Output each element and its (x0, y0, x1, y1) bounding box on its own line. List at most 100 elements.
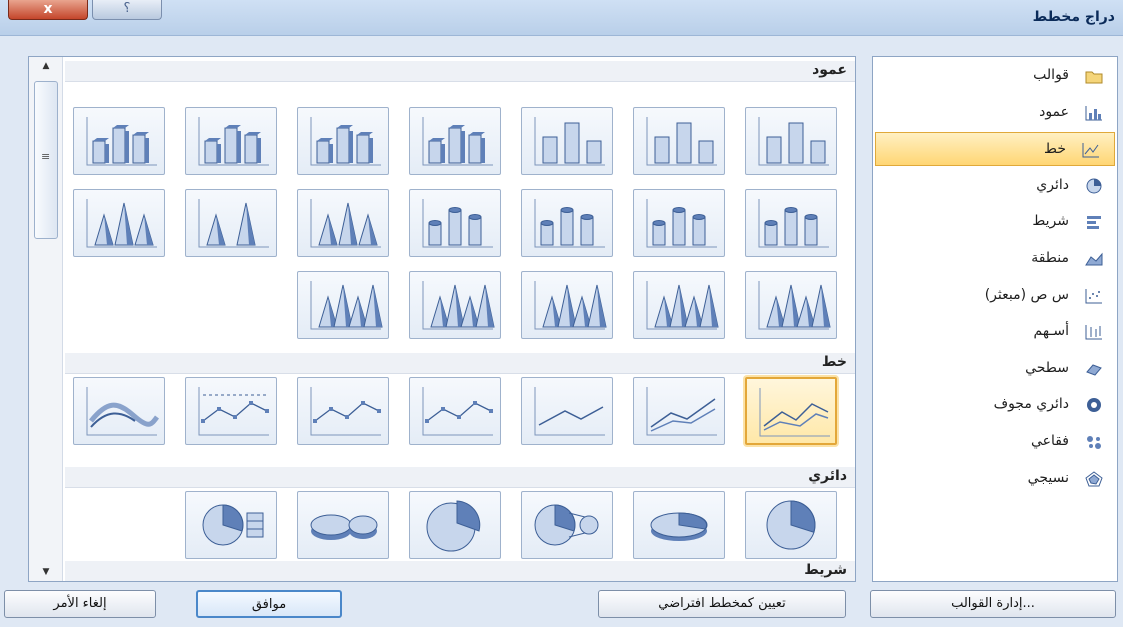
chart-thumb-stacked-pyramid[interactable] (521, 271, 613, 339)
radar-chart-icon (1085, 470, 1103, 487)
chart-thumb-3d-100-column[interactable] (185, 107, 277, 175)
3d-pie-icon (650, 512, 708, 541)
category-item-line-chart[interactable]: خط (875, 132, 1115, 167)
gallery-scrollbar[interactable]: ▲ ≡ ▼ (29, 57, 63, 581)
category-label: منطقة (1031, 250, 1069, 266)
category-label: شريط (1032, 213, 1069, 230)
clustered-column-icon (758, 117, 829, 166)
3d-line-icon (86, 387, 160, 436)
chart-thumb-stacked-cone[interactable] (185, 189, 277, 257)
category-item-column-chart[interactable]: عمود (873, 96, 1117, 130)
scroll-down-arrow-icon[interactable]: ▼ (29, 563, 63, 581)
chart-thumb-3d-column[interactable] (73, 107, 165, 175)
chart-category-list: قوالب عمود خط دائري شريط منطقة س ص (مبعثر) أسـه… (872, 56, 1118, 582)
section-header-pie: دائري (65, 467, 855, 488)
category-label: أسـهم (1033, 323, 1070, 340)
chart-thumb-100-cylinder[interactable] (521, 189, 613, 257)
3d-cone-icon (758, 281, 831, 330)
chart-thumb-line-with-markers[interactable] (409, 377, 501, 445)
pie-chart-icon (1085, 178, 1103, 194)
chart-thumb-3d-cone[interactable] (745, 271, 837, 339)
chart-thumb-stacked-line-with-markers[interactable] (297, 377, 389, 445)
scroll-thumb[interactable]: ≡ (34, 81, 58, 239)
line-icon (759, 388, 830, 437)
100-stacked-column-icon (534, 117, 605, 166)
section-label-line: خط (821, 354, 847, 370)
100-stacked-line-icon (534, 387, 605, 436)
stacked-cone-icon (198, 199, 269, 248)
help-button[interactable]: ؟ (92, 0, 162, 20)
pie-icon (766, 500, 816, 550)
chart-thumb-stacked-column[interactable] (633, 107, 725, 175)
chart-thumb-3d-exploded-pie[interactable] (297, 491, 389, 559)
clustered-cylinder-icon (758, 199, 829, 248)
category-label: س ص (مبعثر) (984, 286, 1069, 303)
section-header-column: عمود (65, 61, 855, 82)
chart-thumb-100-line-with-markers[interactable] (185, 377, 277, 445)
insert-chart-dialog: ▲ ≡ ▼ عمود خط دائري شريط قوالب عمود خط دائر… (0, 36, 1123, 627)
category-item-pie-chart[interactable]: دائري (873, 169, 1117, 203)
chart-thumb-3d-pie[interactable] (633, 491, 725, 559)
category-item-radar-chart[interactable]: نسيجي (873, 462, 1117, 496)
chart-thumb-clustered-cone[interactable] (297, 189, 389, 257)
category-label: سطحي (1025, 359, 1069, 376)
100-cone-icon (86, 199, 157, 248)
chart-thumb-bar-of-pie[interactable] (185, 491, 277, 559)
ok-button[interactable]: موافق (196, 590, 342, 618)
chart-thumb-100-cone[interactable] (73, 189, 165, 257)
chart-thumb-pie-of-pie[interactable] (521, 491, 613, 559)
category-item-bubble-chart[interactable]: فقاعي (873, 425, 1117, 459)
category-item-folder[interactable]: قوالب (873, 59, 1117, 93)
chart-thumb-clustered-column[interactable] (745, 107, 837, 175)
chart-thumb-clustered-pyramid[interactable] (633, 271, 725, 339)
category-item-area-chart[interactable]: منطقة (873, 242, 1117, 276)
stock-chart-icon (1085, 324, 1103, 340)
cancel-button[interactable]: إلغاء الأمر (4, 590, 156, 618)
3d-exploded-pie-icon (310, 514, 378, 540)
category-label: خط (1044, 141, 1066, 158)
chart-thumb-3d-stacked-column[interactable] (297, 107, 389, 175)
manage-templates-button[interactable]: إدارة القوالب... (870, 590, 1116, 618)
chart-gallery: ▲ ≡ ▼ عمود خط دائري شريط (28, 56, 856, 582)
chart-thumb-line[interactable] (745, 377, 837, 445)
category-item-surface-chart[interactable]: سطحي (873, 352, 1117, 386)
3d-column-icon (86, 117, 157, 166)
scroll-up-arrow-icon[interactable]: ▲ (29, 57, 63, 75)
chart-thumb-3d-cylinder[interactable] (409, 189, 501, 257)
chart-thumb-100-pyramid[interactable] (409, 271, 501, 339)
chart-thumb-pie[interactable] (745, 491, 837, 559)
chart-thumb-3d-pyramid[interactable] (297, 271, 389, 339)
set-as-default-button[interactable]: تعيين كمخطط افتراضي (598, 590, 846, 618)
chart-thumb-100-stacked-column[interactable] (521, 107, 613, 175)
line-chart-icon (1082, 142, 1100, 158)
chart-thumb-3d-line[interactable] (73, 377, 165, 445)
exploded-pie-icon (426, 500, 481, 552)
category-item-stock-chart[interactable]: أسـهم (873, 315, 1117, 349)
chart-thumb-100-stacked-line[interactable] (521, 377, 613, 445)
chart-thumb-exploded-pie[interactable] (409, 491, 501, 559)
chart-thumb-stacked-line[interactable] (633, 377, 725, 445)
scatter-chart-icon (1085, 288, 1103, 304)
section-label-column: عمود (812, 62, 847, 78)
category-label: عمود (1039, 103, 1069, 120)
clustered-pyramid-icon (646, 281, 719, 330)
3d-stacked-column-icon (310, 117, 381, 166)
close-button[interactable]: x (8, 0, 88, 20)
area-chart-icon (1085, 251, 1103, 267)
stacked-cylinder-icon (646, 199, 717, 248)
section-label-pie: دائري (808, 468, 847, 484)
stacked-pyramid-icon (534, 281, 607, 330)
bubble-chart-icon (1085, 434, 1103, 450)
bar-of-pie-icon (202, 504, 264, 546)
chart-thumb-3d-clustered-column[interactable] (409, 107, 501, 175)
category-item-doughnut-chart[interactable]: دائري مجوف (873, 388, 1117, 422)
title-bar: x ؟ دراج مخطط (0, 0, 1123, 36)
chart-thumb-stacked-cylinder[interactable] (633, 189, 725, 257)
category-item-bar-chart[interactable]: شريط (873, 205, 1117, 239)
3d-cylinder-icon (422, 199, 493, 248)
dialog-title: دراج مخطط (1032, 9, 1115, 25)
chart-thumb-clustered-cylinder[interactable] (745, 189, 837, 257)
3d-100-column-icon (198, 117, 269, 166)
category-item-scatter-chart[interactable]: س ص (مبعثر) (873, 279, 1117, 313)
stacked-column-icon (646, 117, 717, 166)
